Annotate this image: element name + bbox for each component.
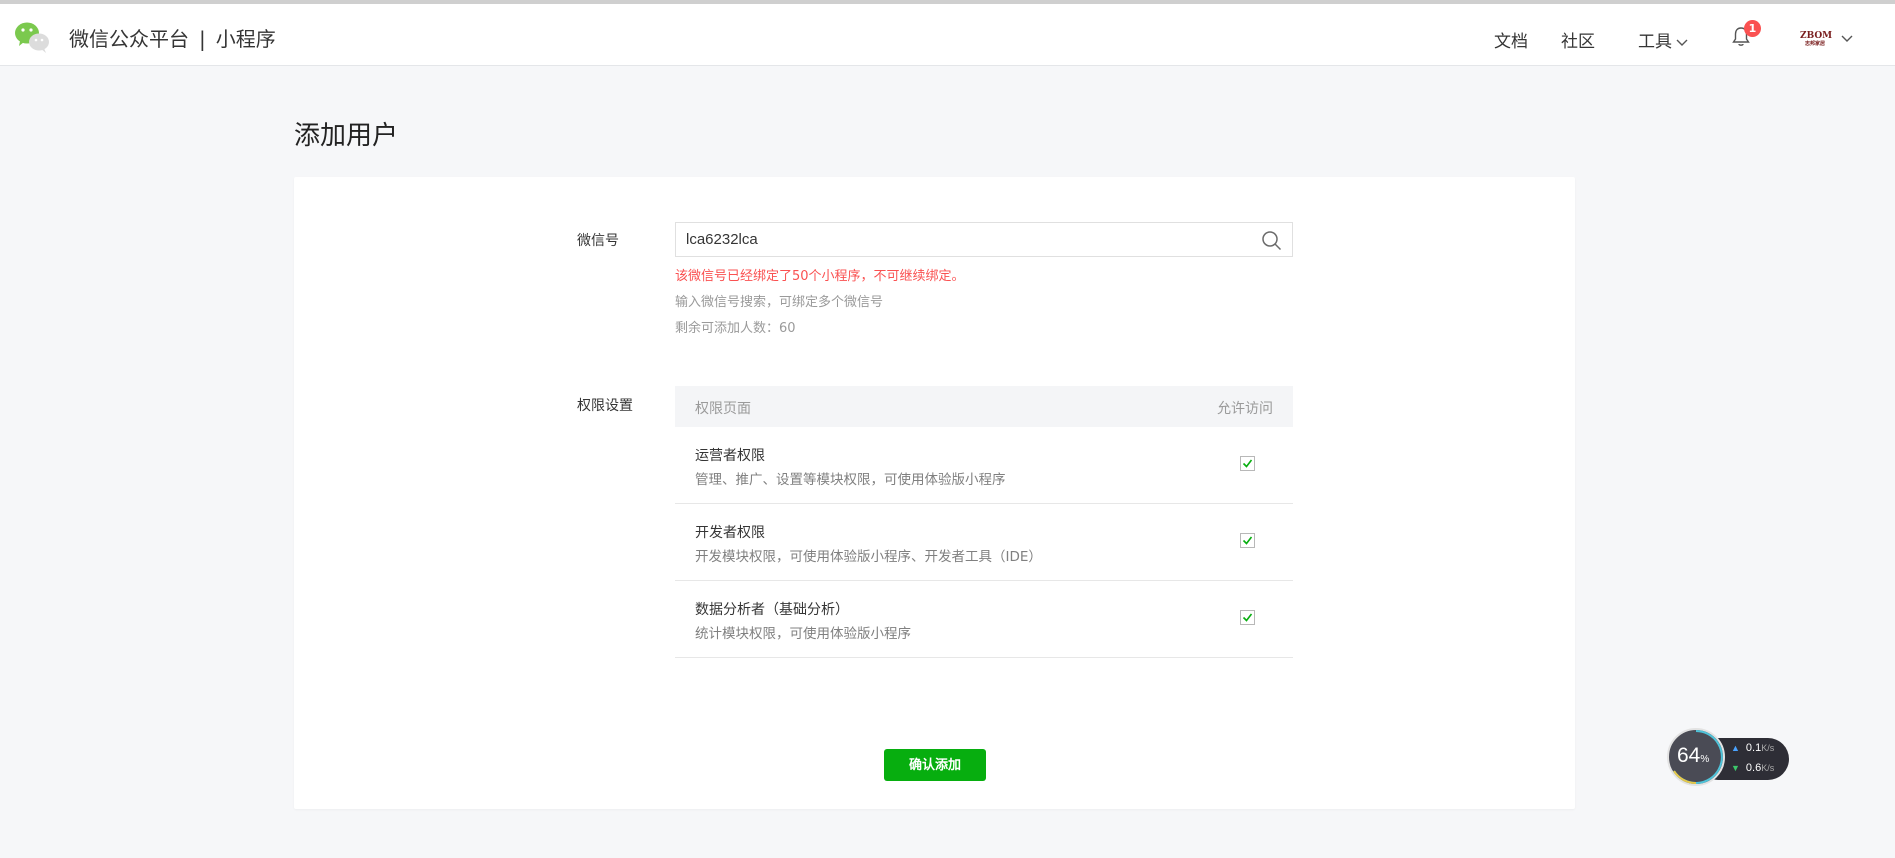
notification-badge: 1 [1744, 20, 1761, 37]
usage-percent-value: 64 [1677, 744, 1701, 767]
search-hint: 输入微信号搜索，可绑定多个微信号 [675, 295, 884, 310]
download-value: 0.6 [1745, 762, 1762, 774]
permission-checkbox[interactable] [1240, 533, 1255, 548]
brand-platform: 微信公众平台 [69, 27, 189, 51]
nav-tools-menu[interactable]: 工具 [1638, 27, 1689, 52]
upload-value: 0.1 [1745, 742, 1762, 754]
remaining-count: 剩余可添加人数：60 [675, 321, 796, 336]
avatar-brand-text: ZBOM [1800, 31, 1833, 41]
permission-title: 数据分析者（基础分析） [695, 602, 849, 618]
checkmark-icon [1242, 613, 1253, 622]
upload-unit: K/s [1761, 743, 1775, 753]
chevron-down-icon [1676, 39, 1688, 46]
permission-desc: 管理、推广、设置等模块权限，可使用体验版小程序 [695, 472, 1006, 488]
nav-community-link[interactable]: 社区 [1561, 27, 1595, 52]
permission-row-developer: 开发者权限 开发模块权限，可使用体验版小程序、开发者工具（IDE） [675, 505, 1293, 581]
wechat-search-box [675, 222, 1293, 257]
permission-title: 开发者权限 [695, 525, 765, 541]
nav-docs-link[interactable]: 文档 [1494, 27, 1528, 52]
search-icon[interactable] [1261, 230, 1282, 251]
usage-percent-unit: % [1700, 754, 1710, 765]
download-speed: ▼ 0.6K/s [1731, 762, 1774, 774]
upload-speed: ▲ 0.1K/s [1731, 742, 1774, 754]
network-monitor-widget[interactable]: 64% ▲ 0.1K/s ▼ 0.6K/s [1667, 728, 1789, 790]
nav-tools-label: 工具 [1638, 32, 1672, 52]
avatar-brand-subtext: 志邦家居 [1804, 41, 1825, 47]
permission-desc: 开发模块权限，可使用体验版小程序、开发者工具（IDE） [695, 549, 1042, 565]
permissions-header-page: 权限页面 [695, 401, 751, 417]
permission-checkbox[interactable] [1240, 610, 1255, 625]
permission-title: 运营者权限 [695, 448, 765, 464]
avatar[interactable]: ZBOM 志邦家居 [1800, 30, 1833, 50]
permissions-label: 权限设置 [577, 398, 633, 414]
brand-separator: | [199, 27, 206, 51]
wechat-id-label: 微信号 [577, 233, 619, 249]
brand-title[interactable]: 微信公众平台 | 小程序 [69, 23, 276, 52]
brand-miniprogram: 小程序 [215, 27, 276, 51]
download-arrow-icon: ▼ [1731, 763, 1740, 773]
permission-checkbox[interactable] [1240, 456, 1255, 471]
confirm-add-button[interactable]: 确认添加 [884, 749, 986, 781]
upload-arrow-icon: ▲ [1731, 743, 1740, 753]
permissions-table-header: 权限页面 允许访问 [675, 386, 1293, 427]
wechat-logo-icon [15, 22, 49, 53]
permissions-header-access: 允许访问 [1217, 401, 1273, 417]
wechat-id-input[interactable] [686, 223, 1246, 256]
permission-desc: 统计模块权限，可使用体验版小程序 [695, 626, 911, 642]
permission-row-data-analyst: 数据分析者（基础分析） 统计模块权限，可使用体验版小程序 [675, 582, 1293, 658]
error-message: 该微信号已经绑定了50个小程序，不可继续绑定。 [675, 269, 965, 284]
page-title: 添加用户 [294, 121, 399, 151]
checkmark-icon [1242, 459, 1253, 468]
checkmark-icon [1242, 536, 1253, 545]
account-chevron-down-icon[interactable] [1840, 33, 1854, 43]
top-header: 微信公众平台 | 小程序 文档 社区 工具 1 ZBOM 志邦家居 [0, 4, 1895, 66]
usage-percent: 64% [1677, 744, 1709, 768]
permission-row-operator: 运营者权限 管理、推广、设置等模块权限，可使用体验版小程序 [675, 428, 1293, 504]
download-unit: K/s [1761, 763, 1775, 773]
